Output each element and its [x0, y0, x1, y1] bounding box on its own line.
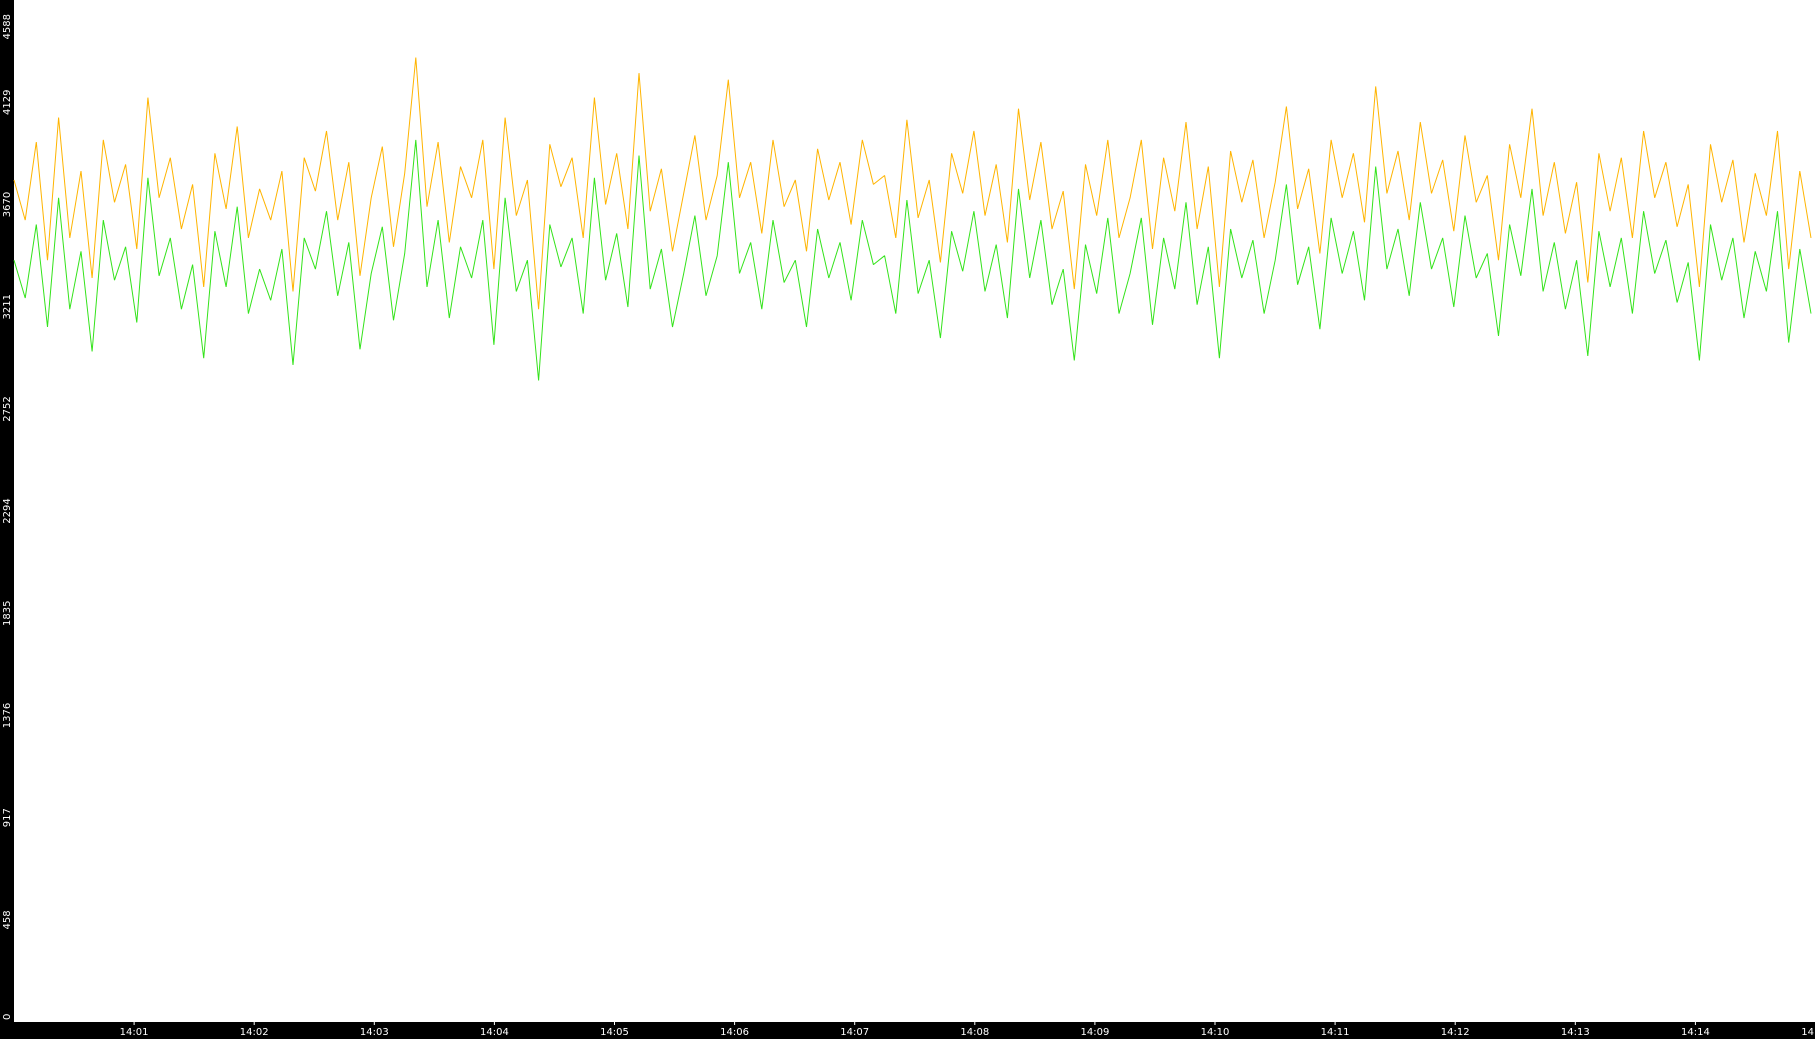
plot-area [14, 0, 1815, 1022]
y-tick-label: 3211 [2, 294, 13, 319]
chart-svg: 045891713761835229427523211367041294588 … [0, 0, 1815, 1039]
x-tick-label: 14:05 [600, 1027, 629, 1038]
x-tick-label: 14:04 [480, 1027, 509, 1038]
x-tick-label: 14:13 [1561, 1027, 1590, 1038]
chart: 0 458 917 1376 1835 2294 2752 3211 3670 4129 4588 … [0, 0, 1815, 1039]
x-tick-label: 14:09 [1080, 1027, 1109, 1038]
y-tick-label: 3670 [2, 192, 13, 217]
y-tick-label: 458 [2, 910, 13, 929]
y-tick-label: 2294 [2, 498, 13, 523]
y-tick-label: 4588 [2, 14, 13, 39]
x-tick-label: 14:10 [1201, 1027, 1230, 1038]
y-tick-label: 2752 [2, 396, 13, 421]
x-tick-label: 14:07 [840, 1027, 869, 1038]
x-tick-label: 14:11 [1321, 1027, 1350, 1038]
x-tick-label: 14:06 [720, 1027, 749, 1038]
x-tick-label: 14:14 [1681, 1027, 1710, 1038]
x-tick-label: 14:12 [1441, 1027, 1470, 1038]
x-tick-label: 14:03 [360, 1027, 389, 1038]
y-tick-label: 1376 [2, 703, 13, 728]
x-tick-label: 14 [1801, 1027, 1814, 1038]
y-tick-label: 4129 [2, 90, 13, 115]
x-tick-label: 14:01 [120, 1027, 149, 1038]
y-tick-label: 1835 [2, 601, 13, 626]
y-tick-label: 917 [2, 808, 13, 827]
x-tick-label: 14:02 [240, 1027, 269, 1038]
y-tick-label: 0 [2, 1014, 13, 1020]
x-tick-label: 14:08 [960, 1027, 989, 1038]
